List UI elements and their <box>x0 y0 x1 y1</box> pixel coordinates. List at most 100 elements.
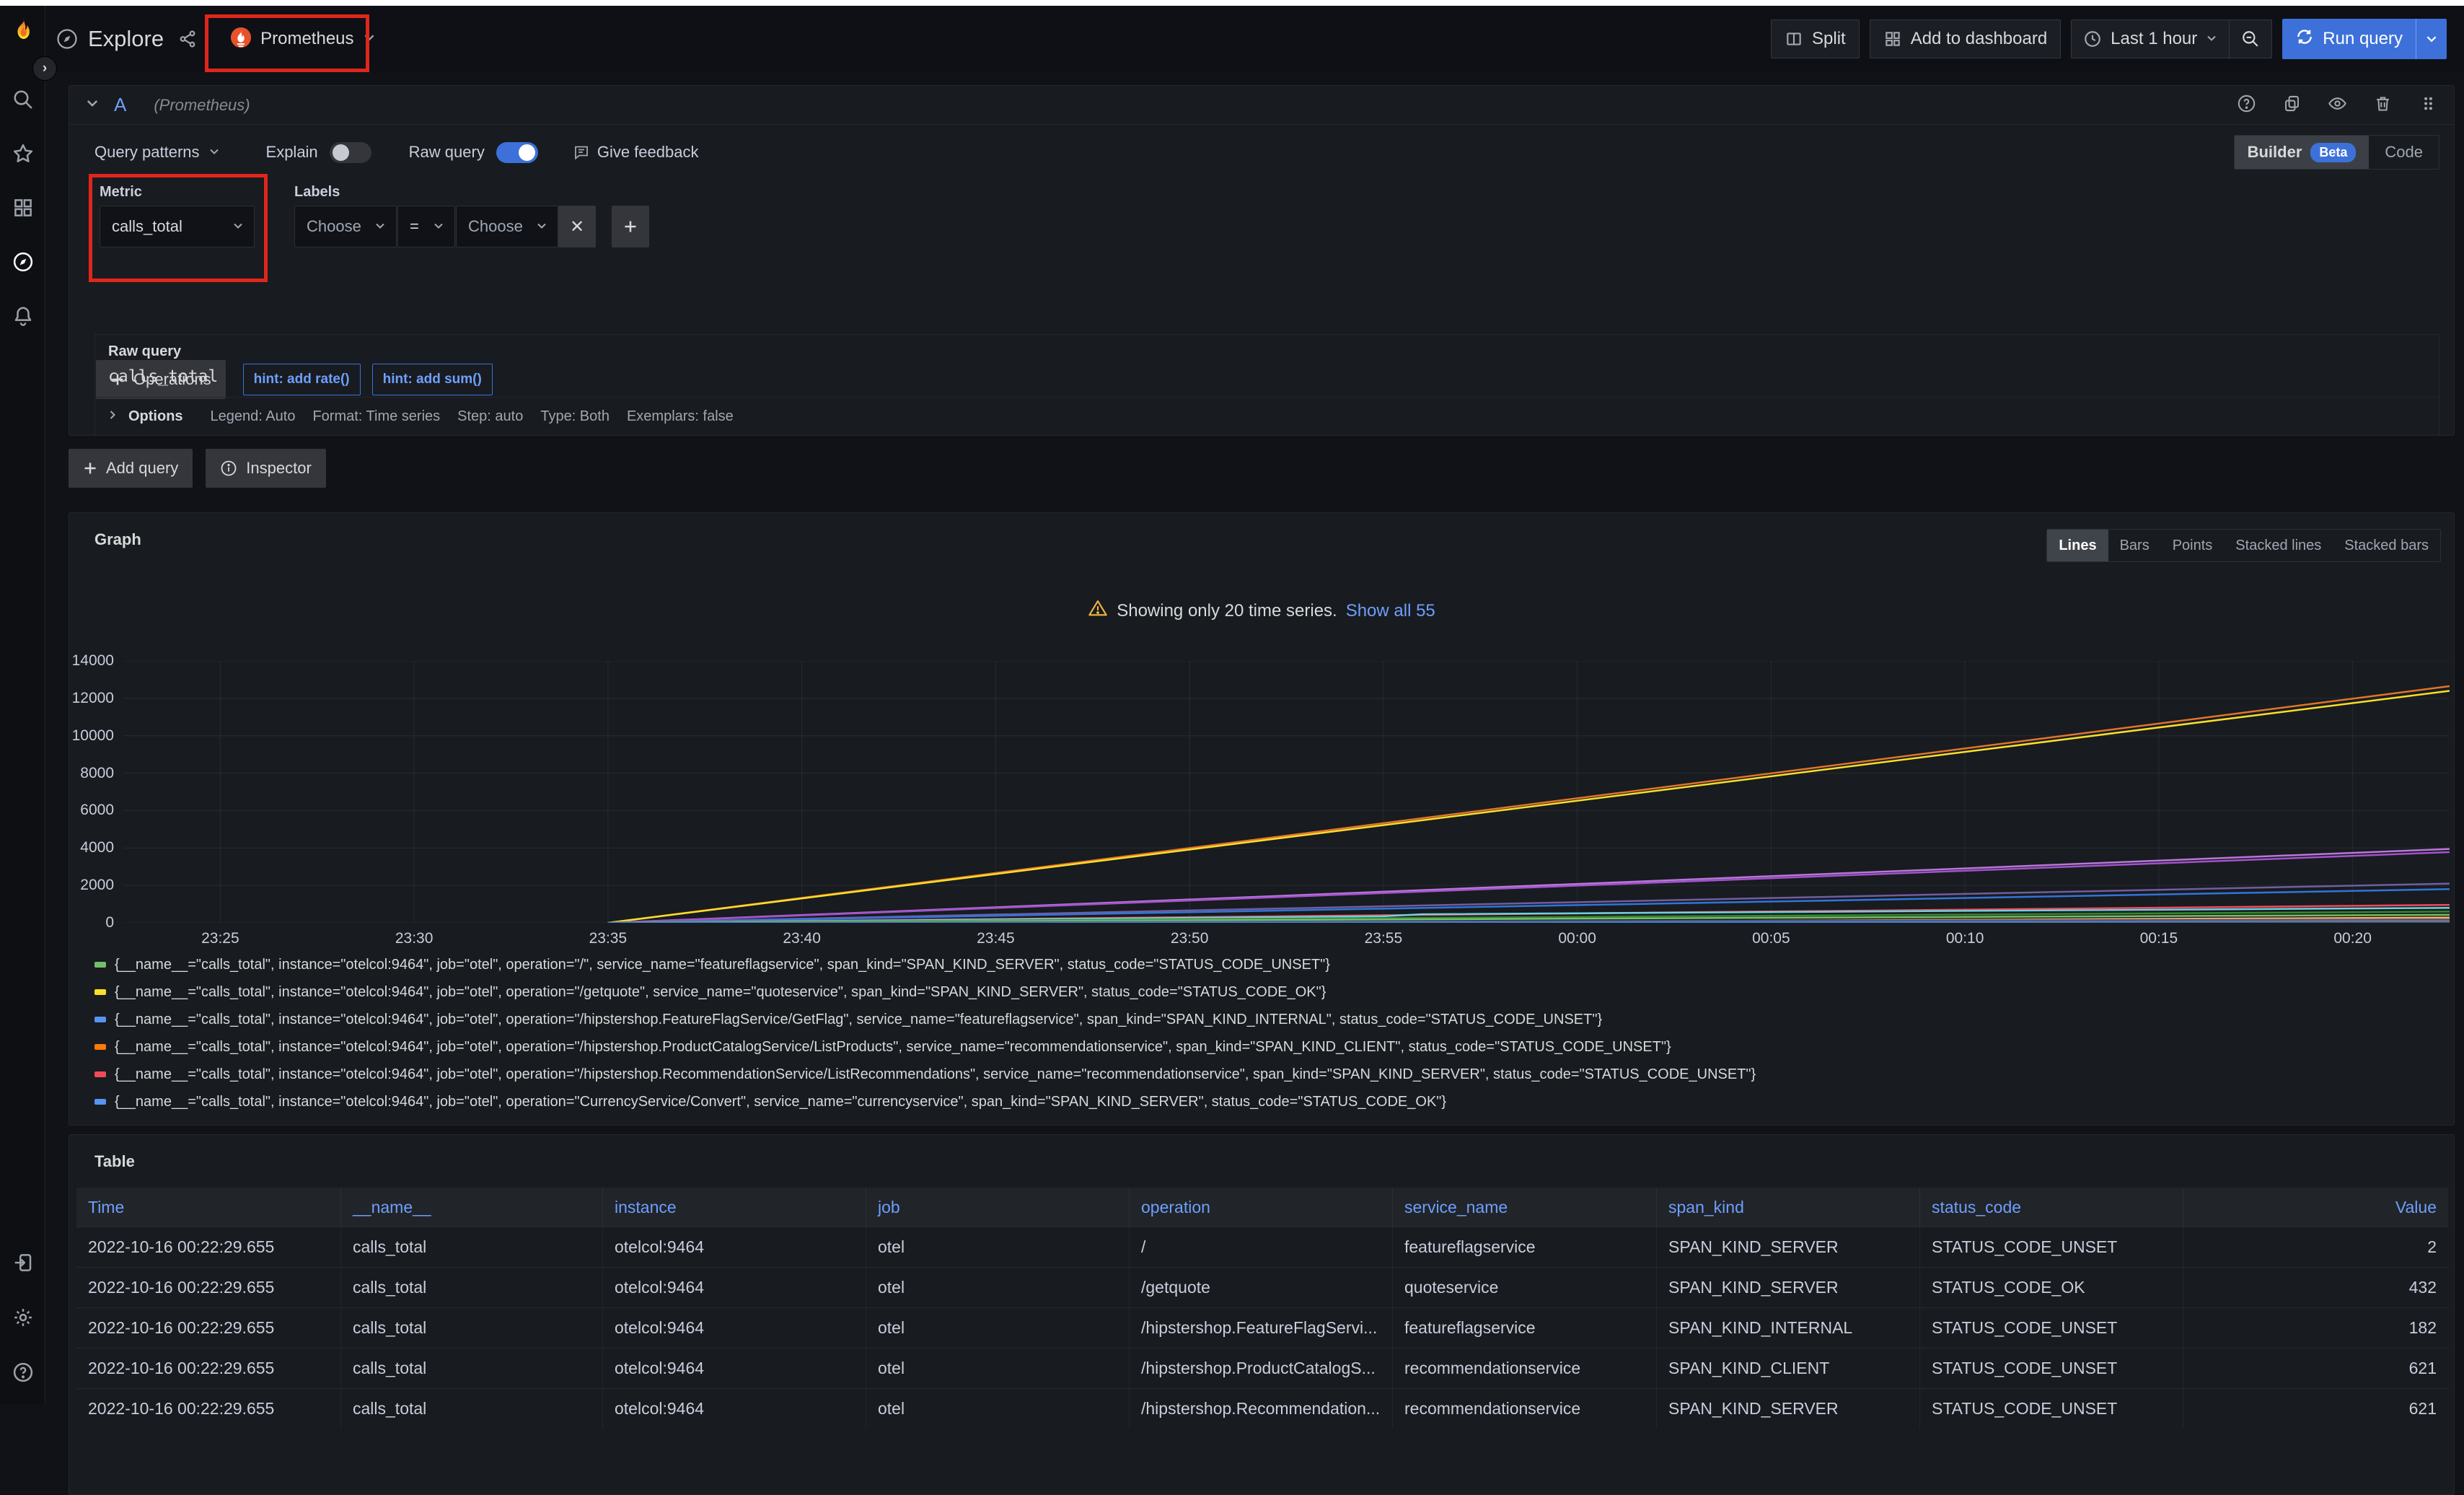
column-header-statuscode[interactable]: status_code <box>1920 1188 2183 1227</box>
table-cell: STATUS_CODE_UNSET <box>1920 1349 2183 1388</box>
query-help-icon[interactable] <box>2237 94 2256 117</box>
graph-mode-bars[interactable]: Bars <box>2108 530 2161 561</box>
label-operator-select[interactable]: = <box>397 206 455 247</box>
table-cell: /getquote <box>1130 1268 1393 1307</box>
add-query-button[interactable]: Add query <box>69 449 193 488</box>
table-cell: calls_total <box>341 1349 603 1388</box>
remove-label-filter-button[interactable]: ✕ <box>558 206 596 247</box>
toggle-visibility-eye-icon[interactable] <box>2328 94 2347 117</box>
table-cell: SPAN_KIND_SERVER <box>1657 1389 1920 1429</box>
apps-icon[interactable] <box>12 196 35 219</box>
datasource-name: Prometheus <box>260 29 353 49</box>
column-header-time[interactable]: Time <box>76 1188 341 1227</box>
query-options-row[interactable]: Options Legend: AutoFormat: Time seriesS… <box>94 397 2439 436</box>
table-cell: 2022-10-16 00:22:29.655 <box>76 1268 341 1307</box>
show-all-series-link[interactable]: Show all 55 <box>1346 601 1435 621</box>
inspector-button[interactable]: Inspector <box>206 449 326 488</box>
duplicate-query-icon[interactable] <box>2282 94 2302 117</box>
query-patterns-dropdown[interactable]: Query patterns <box>94 143 220 162</box>
table-row: 2022-10-16 00:22:29.655calls_totalotelco… <box>76 1388 2448 1429</box>
graph-panel: Graph LinesBarsPointsStacked linesStacke… <box>69 512 2455 1126</box>
builder-label: Builder <box>2248 143 2302 162</box>
help-icon[interactable] <box>12 1361 35 1384</box>
table-row: 2022-10-16 00:22:29.655calls_totalotelco… <box>76 1307 2448 1348</box>
graph-canvas[interactable] <box>123 661 2450 923</box>
star-icon[interactable] <box>12 142 35 165</box>
run-query-dropdown[interactable] <box>2416 19 2447 59</box>
legend-label: {__name__="calls_total", instance="otelc… <box>115 1012 1602 1028</box>
x-axis-label: 23:35 <box>576 930 641 947</box>
legend-item[interactable]: {__name__="calls_total", instance="otelc… <box>94 1061 2439 1088</box>
add-to-dashboard-button[interactable]: Add to dashboard <box>1870 19 2061 58</box>
graph-plot-area[interactable] <box>123 661 2450 923</box>
sidebar-expand-button[interactable]: › <box>32 56 57 81</box>
table-cell: otelcol:9464 <box>603 1308 866 1348</box>
x-axis-label: 23:25 <box>188 930 252 947</box>
label-key-select[interactable]: Choose <box>294 206 397 247</box>
code-tab[interactable]: Code <box>2369 136 2439 169</box>
column-header-operation[interactable]: operation <box>1130 1188 1393 1227</box>
share-icon[interactable] <box>178 30 197 48</box>
table-header-row: Time__name__instancejoboperationservice_… <box>76 1188 2448 1227</box>
options-summary-item: Format: Time series <box>312 408 440 425</box>
legend-swatch <box>94 1044 106 1050</box>
metric-select[interactable]: calls_total <box>100 206 255 247</box>
legend-item[interactable]: {__name__="calls_total", instance="otelc… <box>94 1006 2439 1033</box>
datasource-picker[interactable]: Prometheus <box>216 17 390 61</box>
builder-tab[interactable]: Builder Beta <box>2235 136 2370 169</box>
raw-query-value: calls_total <box>108 367 2426 386</box>
legend-swatch <box>94 989 106 995</box>
sign-in-icon[interactable] <box>12 1251 35 1274</box>
column-header-spankind[interactable]: span_kind <box>1657 1188 1920 1227</box>
explore-compass-icon[interactable] <box>12 250 35 273</box>
table-cell: SPAN_KIND_CLIENT <box>1657 1349 1920 1388</box>
legend-item[interactable]: {__name__="calls_total", instance="otelc… <box>94 978 2439 1006</box>
column-header-instance[interactable]: instance <box>603 1188 866 1227</box>
column-header-job[interactable]: job <box>866 1188 1130 1227</box>
x-axis-label: 23:30 <box>382 930 446 947</box>
clock-icon <box>2083 30 2102 48</box>
label-value-select[interactable]: Choose <box>456 206 558 247</box>
time-range-button[interactable]: Last 1 hour <box>2072 20 2229 58</box>
legend-item[interactable]: {__name__="calls_total", instance="otelc… <box>94 1088 2439 1115</box>
options-summary-item: Legend: Auto <box>211 408 296 425</box>
options-summary: Legend: AutoFormat: Time seriesStep: aut… <box>193 408 734 425</box>
column-header-name[interactable]: __name__ <box>341 1188 603 1227</box>
zoom-out-button[interactable] <box>2229 20 2271 58</box>
query-row-header[interactable]: A (Prometheus) <box>69 86 2454 125</box>
x-axis: 23:2523:3023:3523:4023:4523:5023:5500:00… <box>123 930 2450 952</box>
bell-icon[interactable] <box>12 304 35 328</box>
legend-item[interactable]: {__name__="calls_total", instance="otelc… <box>94 1033 2439 1061</box>
collapse-chevron-icon[interactable] <box>85 96 100 114</box>
table-panel-title: Table <box>94 1152 135 1171</box>
gear-icon[interactable] <box>12 1306 35 1329</box>
remove-query-trash-icon[interactable] <box>2373 94 2393 117</box>
legend-swatch <box>94 1071 106 1077</box>
table-row: 2022-10-16 00:22:29.655calls_totalotelco… <box>76 1227 2448 1267</box>
give-feedback-link[interactable]: Give feedback <box>573 143 699 162</box>
y-axis-label: 12000 <box>72 690 114 707</box>
graph-mode-points[interactable]: Points <box>2161 530 2225 561</box>
split-button[interactable]: Split <box>1771 19 1860 58</box>
drag-handle-icon[interactable] <box>2419 94 2438 117</box>
table-cell: otel <box>866 1268 1130 1307</box>
column-header-servicename[interactable]: service_name <box>1393 1188 1657 1227</box>
run-query-button[interactable]: Run query <box>2282 19 2447 59</box>
legend-item[interactable]: {__name__="calls_total", instance="otelc… <box>94 951 2439 978</box>
search-icon[interactable] <box>12 88 35 111</box>
raw-query-preview: Raw query calls_total <box>94 334 2439 398</box>
column-header-value[interactable]: Value <box>2183 1188 2448 1227</box>
legend-item-clipped[interactable]: {__name__="calls_total", instance="otelc… <box>94 1115 2439 1118</box>
grafana-logo[interactable] <box>6 16 40 49</box>
inspector-label: Inspector <box>246 459 312 478</box>
table-row: 2022-10-16 00:22:29.655calls_totalotelco… <box>76 1267 2448 1307</box>
explain-toggle[interactable] <box>330 142 371 163</box>
explore-toolbar: Explore Prometheus Split Add to dashboar… <box>45 6 2464 72</box>
add-label-filter-button[interactable] <box>612 206 649 247</box>
table-cell: otel <box>866 1389 1130 1429</box>
raw-query-toggle[interactable] <box>496 142 538 163</box>
graph-mode-stacked-bars[interactable]: Stacked bars <box>2333 530 2440 561</box>
graph-mode-lines[interactable]: Lines <box>2047 530 2108 561</box>
y-axis-label: 2000 <box>80 877 114 894</box>
graph-mode-stacked-lines[interactable]: Stacked lines <box>2224 530 2333 561</box>
